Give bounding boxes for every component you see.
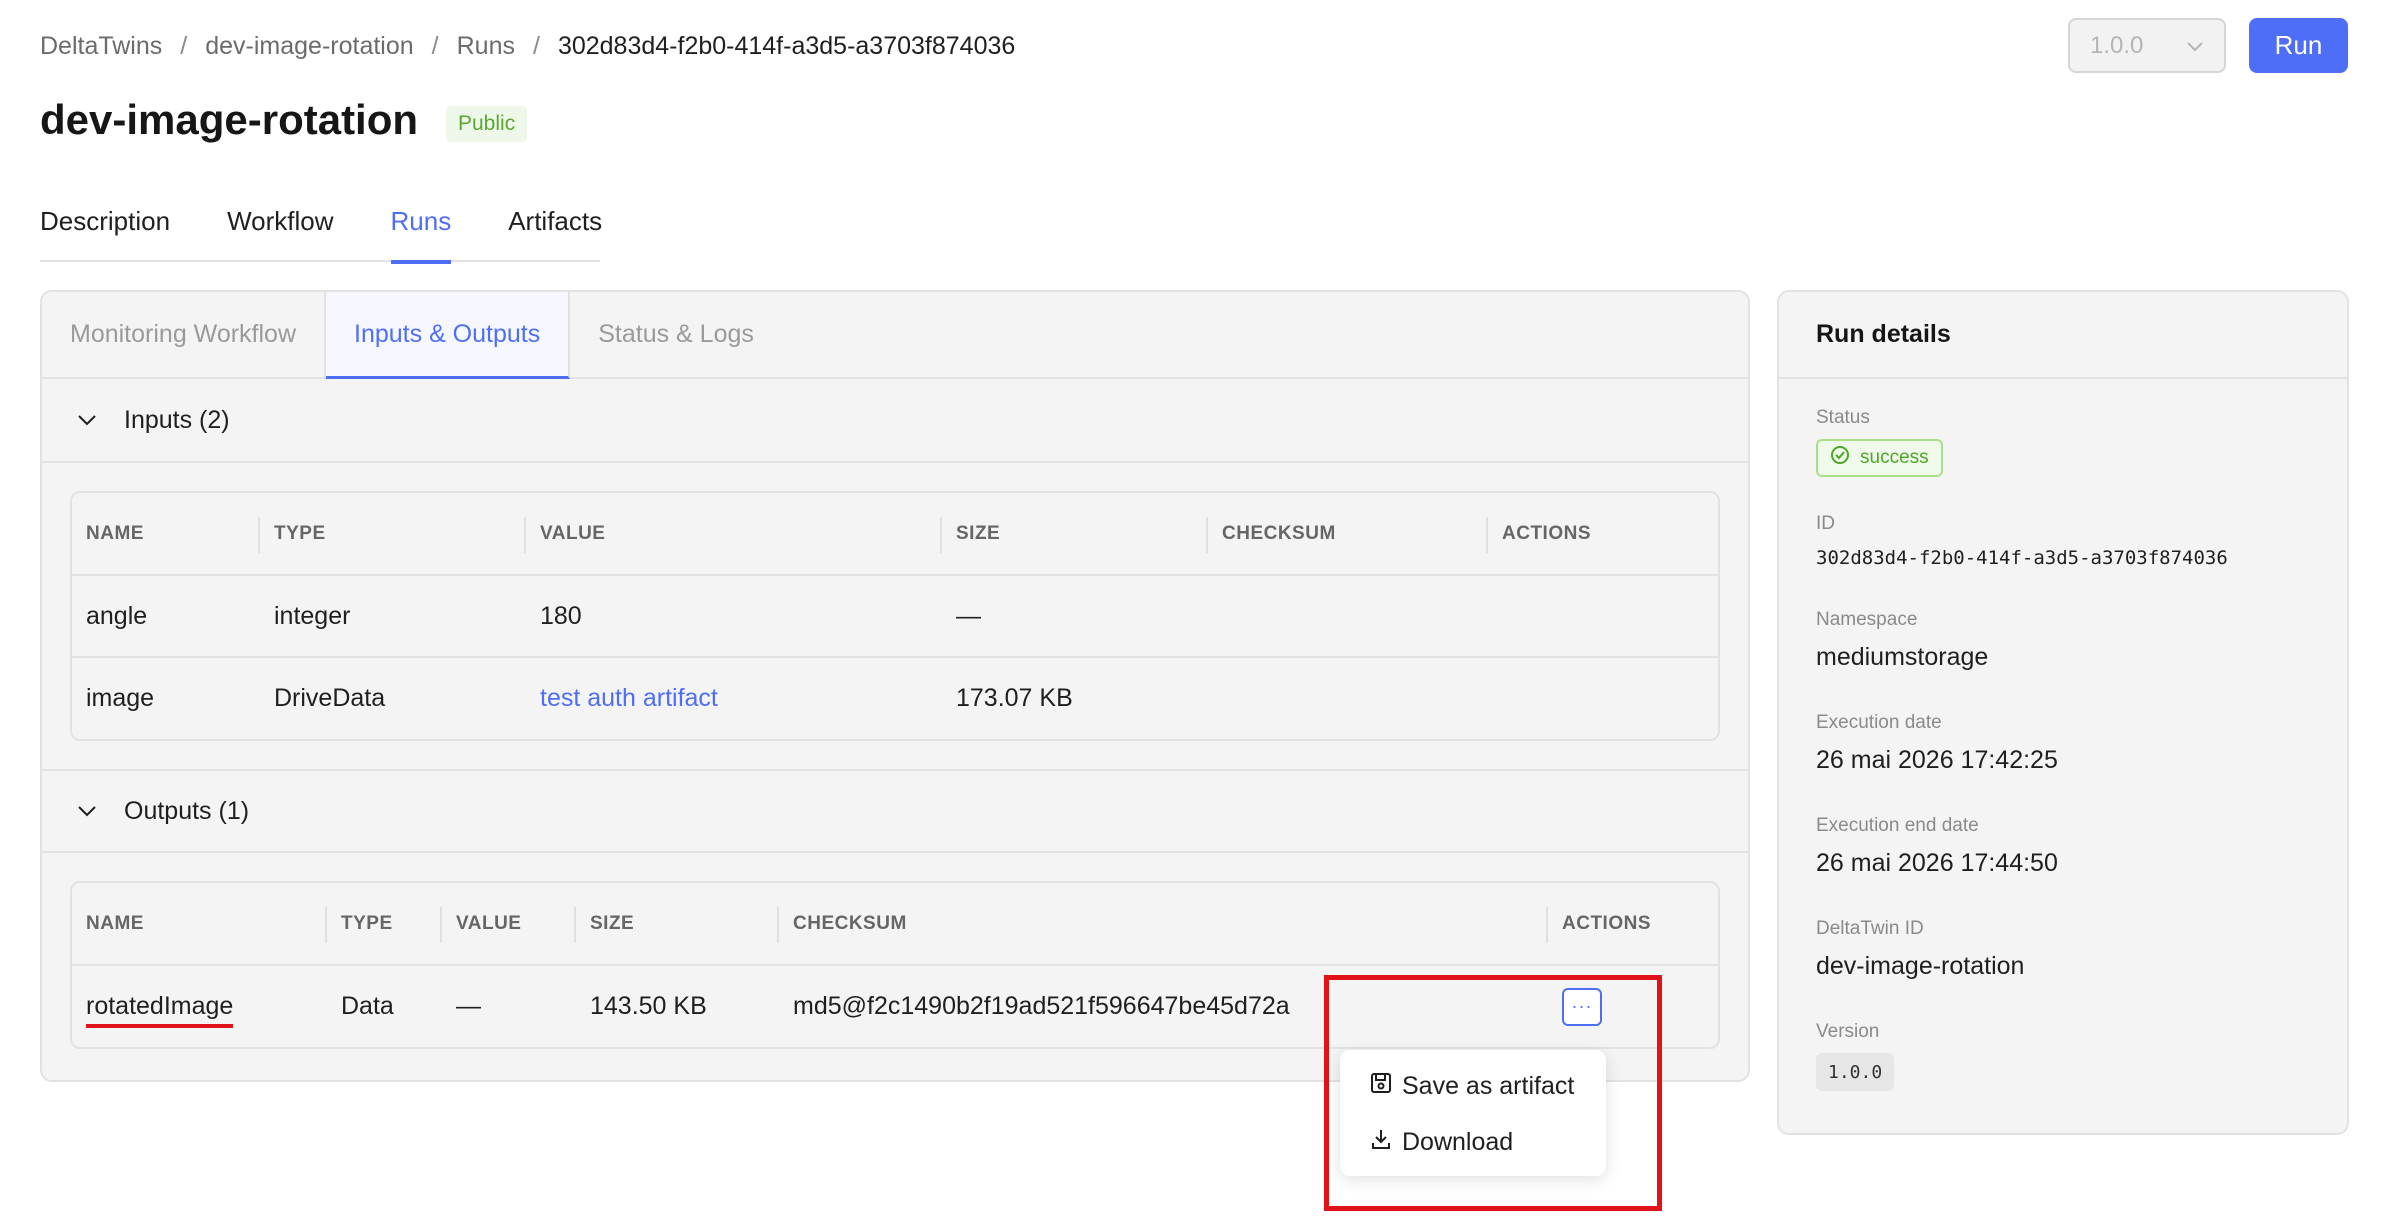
column-header: ACTIONS — [1488, 493, 1718, 576]
menu-item-label: Save as artifact — [1402, 1071, 1575, 1100]
menu-item-download[interactable]: Download — [1340, 1114, 1606, 1170]
breadcrumb-separator: / — [180, 31, 188, 60]
cell-actions — [1488, 656, 1718, 739]
menu-item-save-as-artifact[interactable]: Save as artifact — [1340, 1058, 1606, 1114]
status-value: success — [1860, 447, 1929, 468]
column-header: SIZE — [942, 493, 1208, 576]
cell-checksum — [1208, 656, 1488, 739]
run-details-panel: Run details Status success ID 302d83d4-f… — [1777, 290, 2349, 1135]
namespace-label: Namespace — [1816, 609, 1918, 630]
tab-runs[interactable]: Runs — [390, 196, 451, 264]
page-title: dev-image-rotation — [40, 96, 419, 143]
chevron-down-icon — [2186, 32, 2204, 60]
status-badge: success — [1816, 439, 1943, 477]
column-header: NAME — [72, 883, 327, 966]
execution-end-date-value: 26 mai 2026 17:44:50 — [1816, 849, 2058, 877]
id-label: ID — [1816, 513, 1835, 534]
deltatwin-id-value: dev-image-rotation — [1816, 952, 2025, 980]
tab-status-logs[interactable]: Status & Logs — [570, 292, 782, 379]
status-label: Status — [1816, 407, 1870, 428]
cell-name: image — [72, 656, 260, 739]
breadcrumb-separator: / — [431, 31, 439, 60]
run-panel: Monitoring Workflow Inputs & Outputs Sta… — [40, 290, 1750, 1082]
deltatwin-id-label: DeltaTwin ID — [1816, 918, 1924, 939]
cell-size: 173.07 KB — [942, 656, 1208, 739]
namespace-value: mediumstorage — [1816, 643, 1989, 671]
column-header: CHECKSUM — [779, 883, 1548, 966]
column-header: VALUE — [442, 883, 576, 966]
version-select-value: 1.0.0 — [2090, 31, 2144, 59]
version-badge: 1.0.0 — [1816, 1053, 1895, 1091]
tab-artifacts[interactable]: Artifacts — [508, 196, 602, 262]
cell-type: Data — [341, 992, 394, 1020]
cell-type: integer — [274, 601, 351, 630]
sub-tabs: Monitoring Workflow Inputs & Outputs Sta… — [42, 292, 1748, 379]
version-label: Version — [1816, 1021, 1880, 1042]
run-button[interactable]: Run — [2249, 18, 2348, 73]
output-name: rotatedImage — [86, 992, 234, 1028]
actions-menu: Save as artifact Download — [1340, 1050, 1606, 1176]
tab-monitoring-workflow[interactable]: Monitoring Workflow — [42, 292, 327, 379]
table-row: angle integer 180 — — [72, 575, 1718, 657]
column-header: CHECKSUM — [1208, 493, 1488, 576]
outputs-section-header[interactable]: Outputs (1) — [42, 769, 1748, 853]
menu-item-label: Download — [1402, 1127, 1514, 1156]
cell-name: angle — [86, 601, 148, 630]
column-header: SIZE — [576, 883, 779, 966]
breadcrumb-separator: / — [532, 31, 540, 60]
inputs-section-header[interactable]: Inputs (2) — [42, 379, 1748, 463]
breadcrumb-deltatwins[interactable]: DeltaTwins — [40, 32, 162, 61]
column-header: TYPE — [327, 883, 442, 966]
tab-inputs-outputs[interactable]: Inputs & Outputs — [326, 292, 571, 379]
breadcrumb-current-run: 302d83d4-f2b0-414f-a3d5-a3703f874036 — [557, 31, 1016, 60]
table-row: image DriveData test auth artifact 173.0… — [72, 656, 1718, 739]
cell-actions — [1488, 575, 1718, 657]
column-header: VALUE — [526, 493, 942, 576]
execution-end-date-label: Execution end date — [1816, 815, 1979, 836]
tab-workflow[interactable]: Workflow — [227, 196, 333, 262]
visibility-badge: Public — [446, 106, 528, 142]
chevron-down-icon — [70, 403, 104, 437]
cell-checksum — [1208, 575, 1488, 657]
inputs-table: NAME TYPE VALUE SIZE CHECKSUM ACTIONS an… — [70, 491, 1720, 741]
main-tabs: Description Workflow Runs Artifacts — [40, 196, 602, 264]
breadcrumb-runs[interactable]: Runs — [457, 32, 515, 61]
save-icon — [1370, 1072, 1402, 1101]
cell-name: rotatedImage — [72, 965, 327, 1047]
inputs-section-title: Inputs (2) — [124, 405, 230, 434]
cell-value: — — [456, 992, 481, 1020]
run-details-title: Run details — [1779, 292, 2347, 379]
cell-size: 143.50 KB — [590, 992, 707, 1020]
cell-size: — — [956, 601, 981, 630]
column-header: ACTIONS — [1548, 883, 1718, 966]
check-circle-icon — [1830, 445, 1860, 471]
breadcrumb: DeltaTwins / dev-image-rotation / Runs /… — [40, 26, 1015, 66]
id-value: 302d83d4-f2b0-414f-a3d5-a3703f874036 — [1816, 547, 2228, 569]
breadcrumb-twin[interactable]: dev-image-rotation — [205, 32, 413, 61]
download-icon — [1370, 1128, 1402, 1157]
chevron-down-icon — [70, 794, 104, 828]
column-header: TYPE — [260, 493, 526, 576]
column-header: NAME — [72, 493, 260, 576]
cell-type: DriveData — [260, 656, 526, 739]
version-select[interactable]: 1.0.0 — [2068, 18, 2226, 73]
execution-date-label: Execution date — [1816, 712, 1942, 733]
tab-description[interactable]: Description — [40, 196, 170, 262]
execution-date-value: 26 mai 2026 17:42:25 — [1816, 746, 2058, 774]
outputs-section-title: Outputs (1) — [124, 796, 250, 825]
cell-value: 180 — [540, 601, 582, 630]
cell-value-link[interactable]: test auth artifact — [526, 656, 942, 739]
